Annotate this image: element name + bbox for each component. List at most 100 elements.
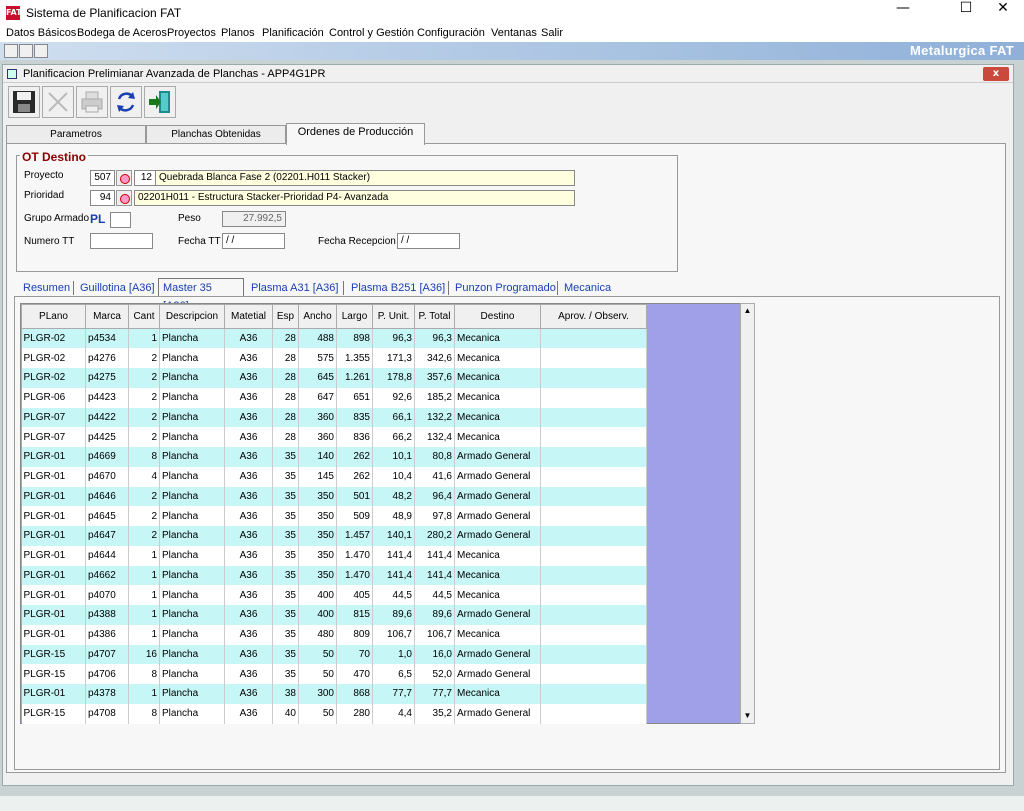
table-cell[interactable]: Armado General — [454, 664, 541, 684]
table-cell[interactable]: 140 — [298, 447, 337, 467]
table-cell[interactable]: 405 — [336, 585, 373, 605]
table-cell[interactable]: PLGR-01 — [21, 605, 86, 625]
table-cell[interactable]: 28 — [272, 387, 299, 408]
table-row[interactable]: PLGR-01 p4644 1 Plancha A36 35 350 1.470 141,4 14… — [21, 545, 647, 566]
table-cell[interactable]: p4670 — [85, 466, 129, 487]
table-cell[interactable]: p4708 — [85, 703, 129, 724]
grid-column-header[interactable]: Cant — [128, 304, 160, 329]
table-cell[interactable]: 44,5 — [372, 585, 415, 605]
table-cell[interactable]: 1 — [128, 585, 160, 605]
table-cell[interactable] — [540, 387, 647, 408]
table-cell[interactable]: A36 — [224, 703, 273, 724]
table-cell[interactable]: 1.355 — [336, 348, 373, 368]
tab-planchas-obtenidas[interactable]: Planchas Obtenidas — [146, 125, 286, 144]
table-cell[interactable]: 262 — [336, 447, 373, 467]
table-cell[interactable]: 501 — [336, 486, 373, 507]
table-cell[interactable]: 8 — [128, 703, 160, 724]
table-row[interactable]: PLGR-02 p4276 2 Plancha A36 28 575 1.355 171,3 34… — [21, 348, 647, 368]
child-close-button[interactable]: x — [983, 67, 1009, 81]
table-cell[interactable]: 1.457 — [336, 526, 373, 546]
table-cell[interactable] — [540, 585, 647, 605]
table-cell[interactable]: Mecanica — [454, 624, 541, 645]
proyecto-lookup-button[interactable] — [116, 170, 132, 186]
save-button[interactable] — [8, 86, 40, 118]
table-cell[interactable]: p4646 — [85, 486, 129, 507]
table-cell[interactable]: A36 — [224, 427, 273, 447]
table-cell[interactable]: 1.470 — [336, 545, 373, 566]
table-row[interactable]: PLGR-01 p4645 2 Plancha A36 35 350 509 48,9 97,8 A… — [21, 506, 647, 526]
table-cell[interactable]: A36 — [224, 644, 273, 665]
table-cell[interactable]: 350 — [298, 545, 337, 566]
table-cell[interactable]: 50 — [298, 644, 337, 665]
table-cell[interactable]: 178,8 — [372, 368, 415, 388]
table-cell[interactable]: p4669 — [85, 447, 129, 467]
table-row[interactable]: PLGR-06 p4423 2 Plancha A36 28 647 651 92,6 185,2… — [21, 387, 647, 408]
table-cell[interactable]: 575 — [298, 348, 337, 368]
table-cell[interactable]: 40 — [272, 703, 299, 724]
table-cell[interactable]: Armado General — [454, 466, 541, 487]
table-cell[interactable]: PLGR-01 — [21, 585, 86, 605]
table-cell[interactable]: Plancha — [159, 368, 225, 388]
table-cell[interactable]: Plancha — [159, 427, 225, 447]
table-cell[interactable]: 2 — [128, 407, 160, 428]
table-cell[interactable]: PLGR-01 — [21, 447, 86, 467]
table-cell[interactable]: PLGR-01 — [21, 486, 86, 507]
table-cell[interactable]: 35 — [272, 585, 299, 605]
table-cell[interactable]: 50 — [298, 664, 337, 684]
table-row[interactable]: PLGR-01 p4647 2 Plancha A36 35 350 1.457 140,1 28… — [21, 526, 647, 546]
table-cell[interactable]: 28 — [272, 368, 299, 388]
cancel-button[interactable] — [42, 86, 74, 118]
table-cell[interactable]: Mecanica — [454, 407, 541, 428]
table-cell[interactable]: 70 — [336, 644, 373, 665]
table-cell[interactable]: 35 — [272, 506, 299, 526]
table-cell[interactable]: 357,6 — [414, 368, 455, 388]
table-cell[interactable]: 35 — [272, 624, 299, 645]
table-cell[interactable]: 132,2 — [414, 407, 455, 428]
grid-column-header[interactable]: P. Total — [414, 304, 455, 329]
table-cell[interactable]: 28 — [272, 328, 299, 349]
table-row[interactable]: PLGR-02 p4275 2 Plancha A36 28 645 1.261 178,8 35… — [21, 368, 647, 388]
grid-column-header[interactable]: Descripcion — [159, 304, 225, 329]
table-cell[interactable]: 35 — [272, 486, 299, 507]
table-cell[interactable]: 106,7 — [414, 624, 455, 645]
table-cell[interactable]: 66,1 — [372, 407, 415, 428]
grid-column-header[interactable]: Esp — [272, 304, 299, 329]
table-cell[interactable]: Mecanica — [454, 328, 541, 349]
table-cell[interactable]: PLGR-01 — [21, 506, 86, 526]
minimize-button[interactable]: — — [880, 0, 926, 26]
table-cell[interactable]: Mecanica — [454, 427, 541, 447]
table-cell[interactable]: 1,0 — [372, 644, 415, 665]
table-row[interactable]: PLGR-15 p4707 16 Plancha A36 35 50 70 1,0 16,0 Arm… — [21, 644, 647, 665]
table-cell[interactable]: 1.261 — [336, 368, 373, 388]
table-cell[interactable]: Mecanica — [454, 387, 541, 408]
table-cell[interactable]: Armado General — [454, 486, 541, 507]
table-cell[interactable] — [540, 447, 647, 467]
table-cell[interactable]: Plancha — [159, 703, 225, 724]
table-cell[interactable]: 52,0 — [414, 664, 455, 684]
table-cell[interactable]: 35 — [272, 605, 299, 625]
table-row[interactable]: PLGR-01 p4070 1 Plancha A36 35 400 405 44,5 44,5 M… — [21, 585, 647, 605]
table-cell[interactable]: A36 — [224, 585, 273, 605]
table-cell[interactable] — [540, 368, 647, 388]
table-cell[interactable] — [540, 526, 647, 546]
prioridad-code-field[interactable]: 94 — [90, 190, 115, 206]
table-cell[interactable]: p4275 — [85, 368, 129, 388]
table-cell[interactable]: 2 — [128, 427, 160, 447]
table-cell[interactable]: 141,4 — [372, 565, 415, 586]
table-cell[interactable]: 262 — [336, 466, 373, 487]
table-cell[interactable]: 509 — [336, 506, 373, 526]
table-cell[interactable]: 488 — [298, 328, 337, 349]
table-cell[interactable]: 350 — [298, 565, 337, 586]
refresh-button[interactable] — [110, 86, 142, 118]
table-cell[interactable]: Mecanica — [454, 368, 541, 388]
table-cell[interactable]: 898 — [336, 328, 373, 349]
table-cell[interactable]: 141,4 — [414, 565, 455, 586]
table-cell[interactable]: 350 — [298, 506, 337, 526]
table-cell[interactable]: PLGR-15 — [21, 703, 86, 724]
table-cell[interactable]: Armado General — [454, 605, 541, 625]
table-cell[interactable]: 106,7 — [372, 624, 415, 645]
table-cell[interactable]: 4 — [128, 466, 160, 487]
table-cell[interactable]: Mecanica — [454, 565, 541, 586]
table-cell[interactable]: 400 — [298, 585, 337, 605]
table-cell[interactable]: 140,1 — [372, 526, 415, 546]
